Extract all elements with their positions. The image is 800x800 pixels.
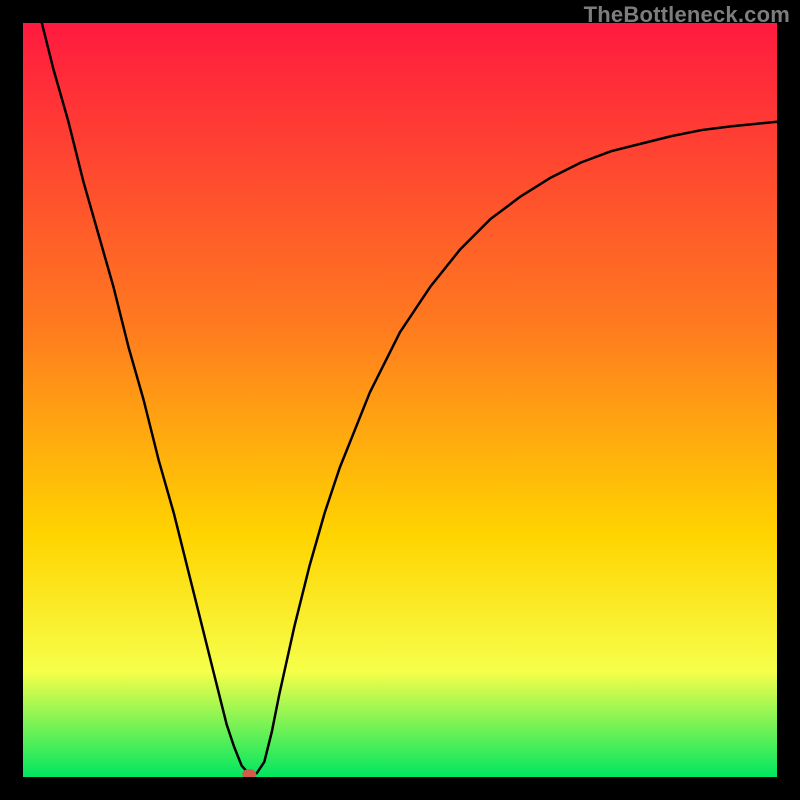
plot-area <box>23 23 777 777</box>
gradient-background <box>23 23 777 777</box>
chart-svg <box>23 23 777 777</box>
chart-frame: { "watermark": "TheBottleneck.com", "col… <box>0 0 800 800</box>
